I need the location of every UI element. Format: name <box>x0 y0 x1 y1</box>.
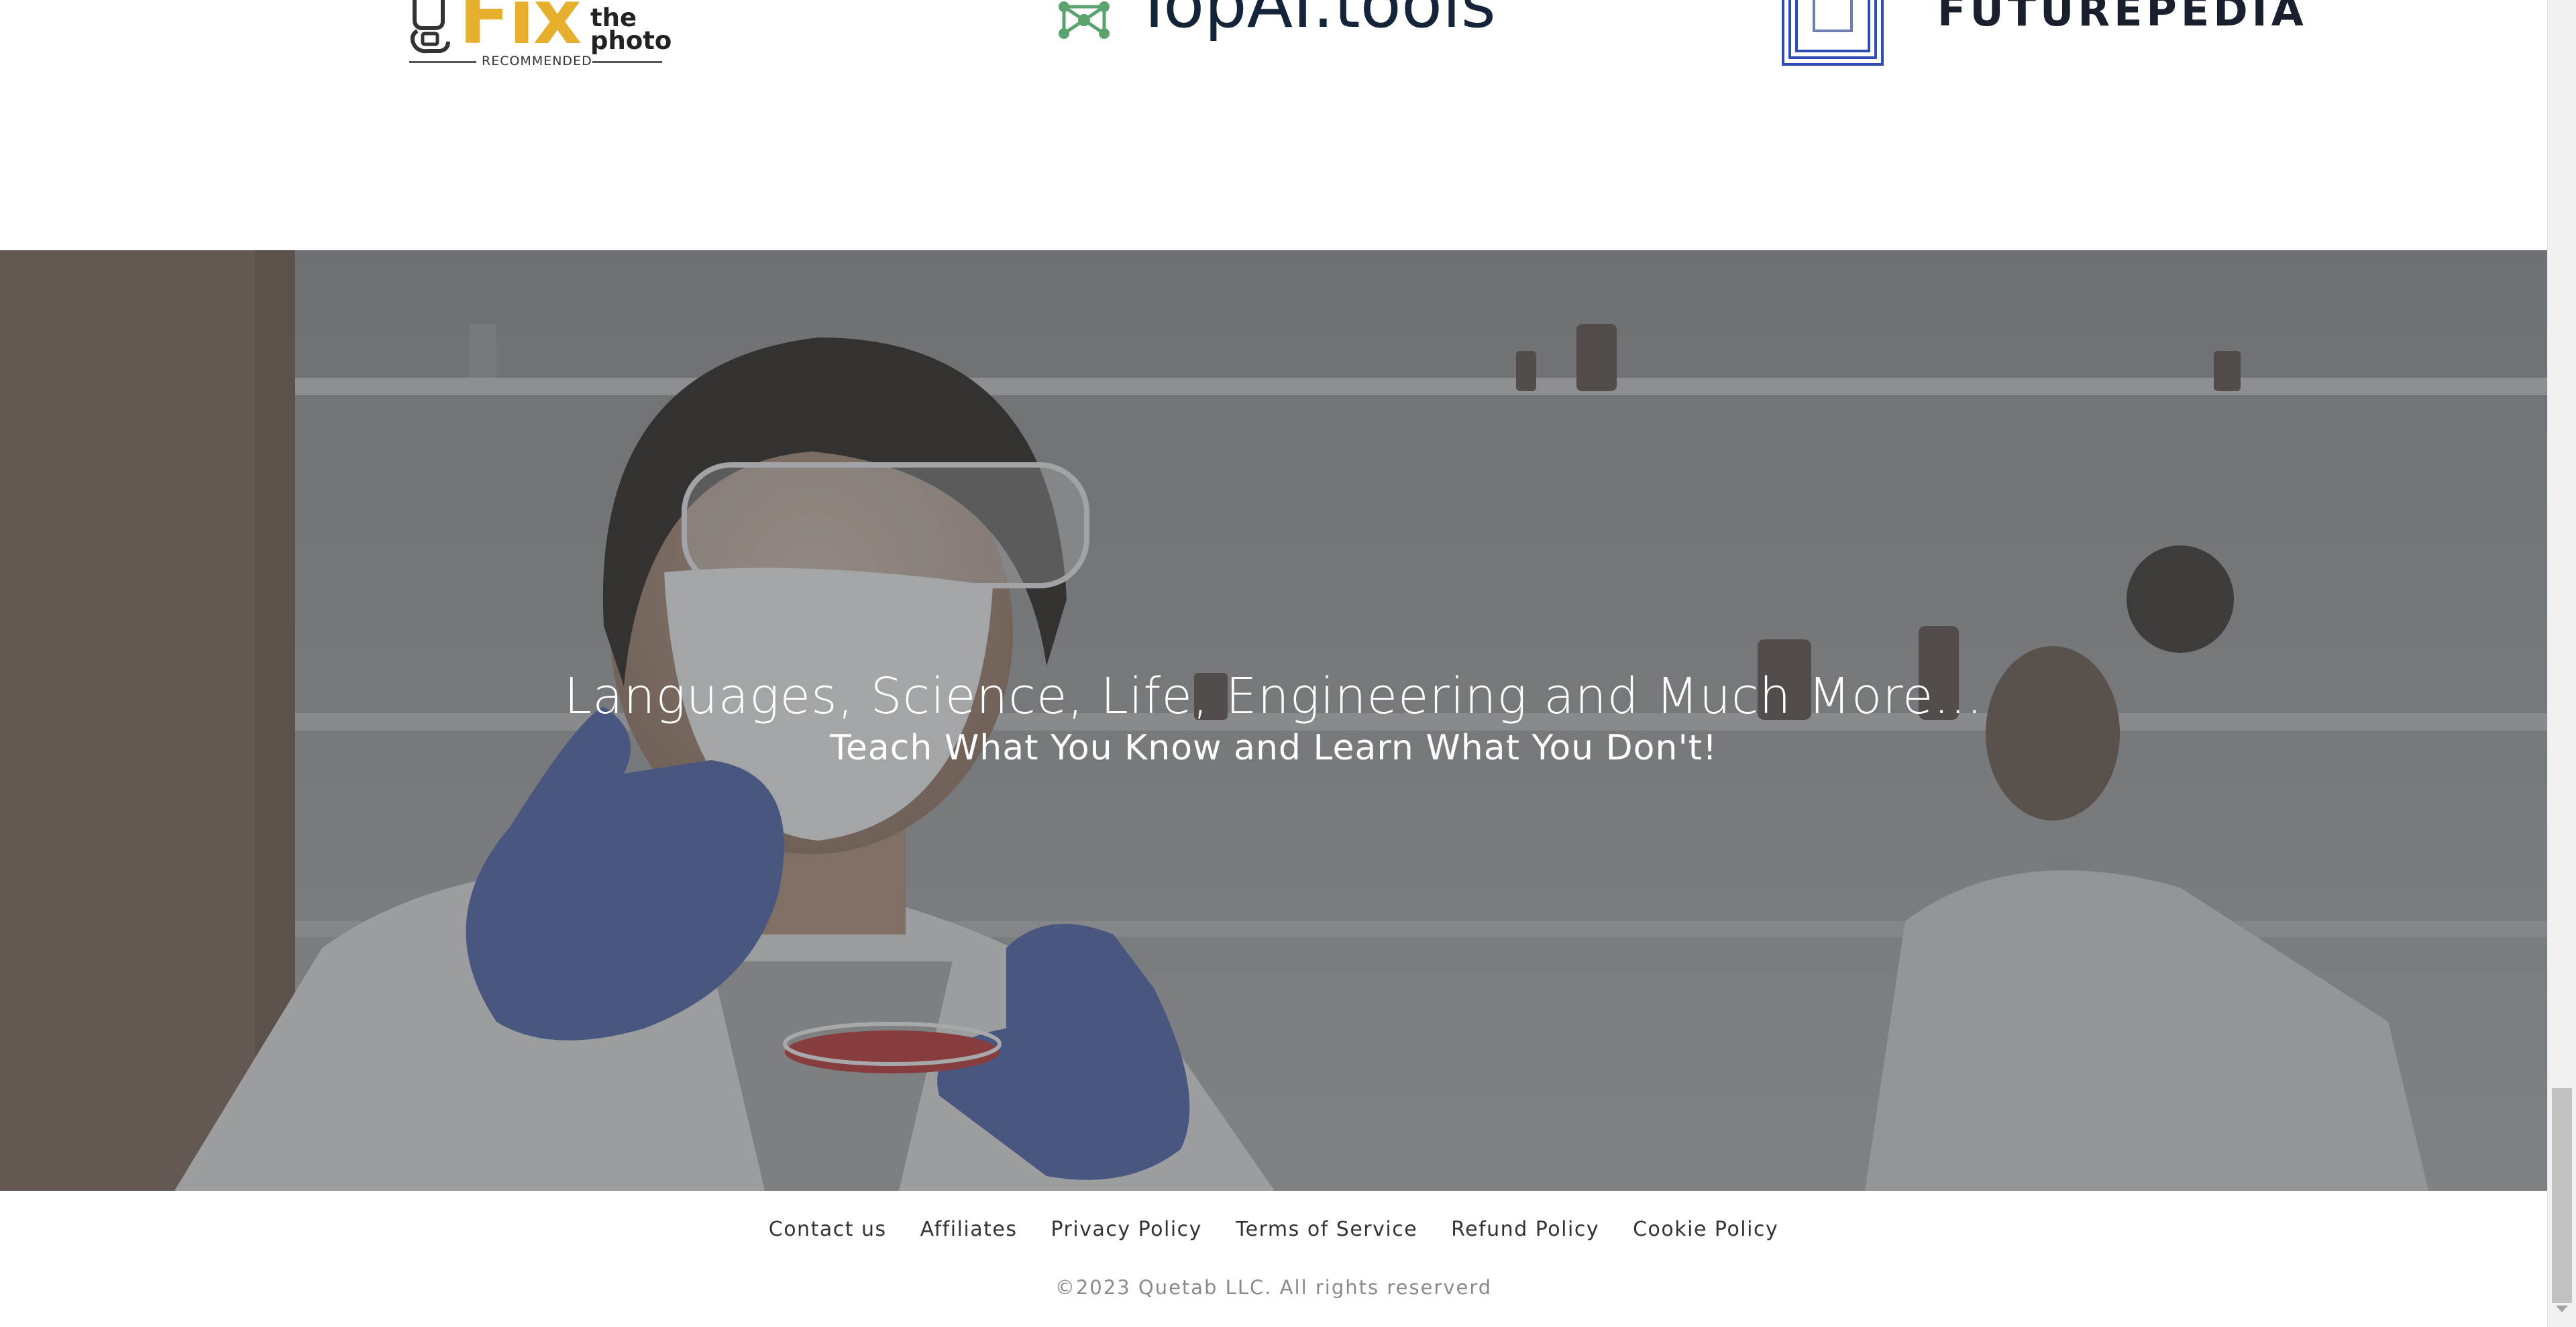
footer-links: Contact us Affiliates Privacy Policy Ter… <box>0 1218 2547 1241</box>
fixthephoto-tagline: the photo <box>590 3 672 55</box>
divider <box>409 61 476 63</box>
stacked-squares-icon <box>1782 0 1884 66</box>
hero-title: Languages, Science, Life, Engineering an… <box>564 668 1983 725</box>
fixthephoto-brand: Fix <box>459 0 582 61</box>
footer-link-privacy-policy[interactable]: Privacy Policy <box>1051 1218 1201 1241</box>
scrollbar-thumb[interactable] <box>2552 1088 2572 1303</box>
footer-link-contact-us[interactable]: Contact us <box>769 1218 887 1241</box>
topai-logo[interactable]: TopAI.tools <box>1046 0 1516 60</box>
partner-logos-strip: Fix the photo RECOMMENDED TopAI.tools FU… <box>0 0 2547 250</box>
footer: Contact us Affiliates Privacy Policy Ter… <box>0 1191 2547 1327</box>
scroll-down-arrow-icon[interactable] <box>2556 1306 2568 1312</box>
page: Fix the photo RECOMMENDED TopAI.tools FU… <box>0 0 2576 1327</box>
footer-link-cookie-policy[interactable]: Cookie Policy <box>1633 1218 1778 1241</box>
vertical-scrollbar[interactable] <box>2547 0 2576 1327</box>
hero-banner: Languages, Science, Life, Engineering an… <box>0 250 2547 1191</box>
footer-link-affiliates[interactable]: Affiliates <box>920 1218 1018 1241</box>
hero-subtitle: Teach What You Know and Learn What You D… <box>830 728 1717 768</box>
divider <box>592 61 662 63</box>
footer-link-terms-of-service[interactable]: Terms of Service <box>1236 1218 1417 1241</box>
fixthephoto-badge: RECOMMENDED <box>482 54 592 68</box>
copyright-text: ©2023 Quetab LLC. All rights reserverd <box>1055 1276 1493 1299</box>
hand-camera-icon <box>410 0 450 54</box>
fixthephoto-logo[interactable]: Fix the photo RECOMMENDED <box>402 0 672 70</box>
futurepedia-wordmark: FUTUREPEDIA <box>1937 0 2308 36</box>
futurepedia-logo[interactable]: FUTUREPEDIA <box>1778 0 2304 70</box>
page-content: Fix the photo RECOMMENDED TopAI.tools FU… <box>0 0 2547 1327</box>
neural-network-icon <box>1059 1 1110 39</box>
footer-link-refund-policy[interactable]: Refund Policy <box>1451 1218 1599 1241</box>
topai-wordmark: TopAI.tools <box>1134 0 1496 43</box>
